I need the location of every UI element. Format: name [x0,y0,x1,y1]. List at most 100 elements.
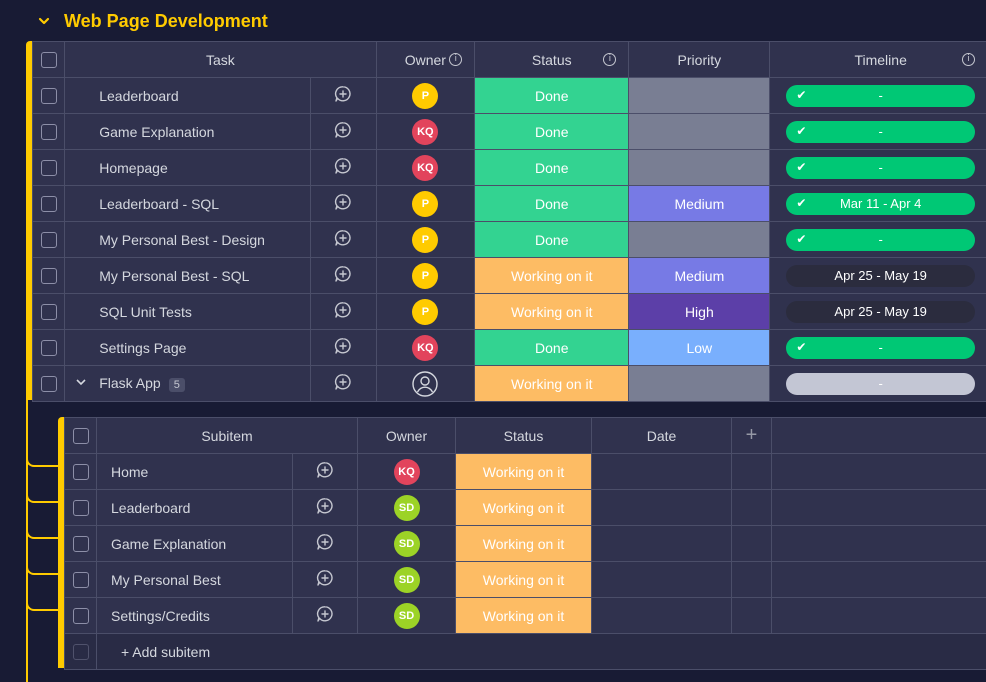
column-header-status[interactable]: Status i [474,41,630,78]
add-update-cell[interactable] [310,185,377,222]
task-name[interactable]: Flask App [99,375,160,391]
row-select-cell[interactable] [31,149,66,186]
owner-cell[interactable]: SD [357,525,457,562]
add-update-cell[interactable] [291,453,359,490]
table-row[interactable]: My Personal Best - Design P Done ✔ - [31,221,986,258]
avatar[interactable]: KQ [412,334,439,361]
avatar[interactable]: P [412,82,439,109]
avatar[interactable]: SD [393,530,420,557]
add-update-cell[interactable] [310,329,377,366]
subitem-cell[interactable]: My Personal Best [96,561,293,598]
date-cell[interactable] [591,525,733,562]
priority-cell[interactable] [628,365,771,402]
priority-cell[interactable] [628,77,771,114]
owner-cell[interactable]: P [375,221,476,258]
avatar[interactable]: P [412,226,439,253]
task-name[interactable]: Homepage [99,160,168,176]
timeline-pill[interactable]: - [786,372,975,395]
task-cell[interactable]: My Personal Best - Design [64,221,312,258]
add-update-cell[interactable] [310,365,377,402]
task-cell[interactable]: My Personal Best - SQL [64,257,312,294]
status-cell[interactable]: Done [474,185,630,222]
status-cell[interactable]: Done [474,113,630,150]
status-cell[interactable]: Done [474,329,630,366]
row-checkbox[interactable] [40,87,57,104]
task-name[interactable]: Leaderboard [99,88,178,104]
info-icon[interactable]: i [603,53,617,66]
subitem-name[interactable]: Leaderboard [111,500,190,516]
row-select-cell[interactable] [64,453,97,490]
subitem-count-badge[interactable]: 5 [168,378,185,392]
subitem-cell[interactable]: Leaderboard [96,489,293,526]
timeline-pill[interactable]: Apr 25 - May 19 [786,264,975,287]
priority-cell[interactable]: Low [628,329,771,366]
row-select-cell[interactable] [31,221,66,258]
task-cell[interactable]: Game Explanation [64,113,312,150]
owner-cell[interactable]: P [375,77,476,114]
column-header-owner[interactable]: Owner [357,417,457,454]
row-select-cell[interactable] [64,525,97,562]
owner-cell[interactable]: P [375,257,476,294]
timeline-pill[interactable]: ✔ - [786,120,975,143]
status-cell[interactable]: Done [474,77,630,114]
row-select-cell[interactable] [31,293,66,330]
add-update-icon[interactable] [334,194,352,214]
add-update-icon[interactable] [316,462,334,482]
status-cell[interactable]: Working on it [474,365,630,402]
select-all-checkbox[interactable] [40,51,57,68]
select-all-checkbox[interactable] [72,427,89,444]
avatar[interactable]: P [412,262,439,289]
status-cell[interactable]: Working on it [474,257,630,294]
table-row[interactable]: My Personal Best - SQL P Working on it Medi… [31,257,986,294]
add-update-cell[interactable] [291,489,359,526]
add-update-cell[interactable] [310,149,377,186]
timeline-cell[interactable]: ✔ Mar 11 - Apr 4 [769,185,986,222]
subitem-name[interactable]: Home [111,464,148,480]
subitem-cell[interactable]: Settings/Credits [96,597,293,634]
table-row[interactable]: Settings Page KQ Done Low ✔ - [31,329,986,366]
task-name[interactable]: Game Explanation [99,124,214,140]
task-name[interactable]: Settings Page [99,340,186,356]
timeline-pill[interactable]: ✔ Mar 11 - Apr 4 [786,192,975,215]
owner-cell[interactable]: SD [357,561,457,598]
add-update-icon[interactable] [334,374,352,394]
add-subitem-button[interactable]: + Add subitem [121,644,210,660]
status-cell[interactable]: Working on it [455,561,593,598]
column-header-task[interactable]: Task [64,41,377,78]
add-update-icon[interactable] [334,86,352,106]
add-update-icon[interactable] [334,230,352,250]
subitem-row[interactable]: Home KQ Working on it [64,453,986,490]
row-checkbox[interactable] [40,123,57,140]
avatar[interactable]: SD [393,566,420,593]
column-header-subitem[interactable]: Subitem [95,417,359,454]
owner-cell[interactable]: P [375,185,476,222]
add-update-icon[interactable] [316,570,334,590]
add-update-cell[interactable] [291,597,359,634]
date-cell[interactable] [591,453,733,490]
column-header-status[interactable]: Status [455,417,593,454]
status-cell[interactable]: Done [474,221,630,258]
timeline-cell[interactable]: Apr 25 - May 19 [769,293,986,330]
column-header-priority[interactable]: Priority [628,41,771,78]
row-select-cell[interactable] [31,329,66,366]
add-update-cell[interactable] [291,561,359,598]
table-row[interactable]: SQL Unit Tests P Working on it High Apr 25 -… [31,293,986,330]
row-checkbox[interactable] [72,607,89,624]
task-name[interactable]: SQL Unit Tests [99,304,192,320]
avatar[interactable]: KQ [412,154,439,181]
timeline-cell[interactable]: ✔ - [769,113,986,150]
row-select-cell[interactable] [31,185,66,222]
priority-cell[interactable]: High [628,293,771,330]
owner-cell[interactable]: KQ [375,149,476,186]
task-cell[interactable]: Settings Page [64,329,312,366]
task-name[interactable]: My Personal Best - Design [99,232,265,248]
status-cell[interactable]: Working on it [455,597,593,634]
row-select-cell[interactable] [31,77,66,114]
add-update-icon[interactable] [334,122,352,142]
timeline-pill[interactable]: ✔ - [786,336,975,359]
add-column-button[interactable]: + [731,417,773,454]
add-update-icon[interactable] [334,266,352,286]
priority-cell[interactable] [628,221,771,258]
add-update-icon[interactable] [334,158,352,178]
add-update-cell[interactable] [310,257,377,294]
